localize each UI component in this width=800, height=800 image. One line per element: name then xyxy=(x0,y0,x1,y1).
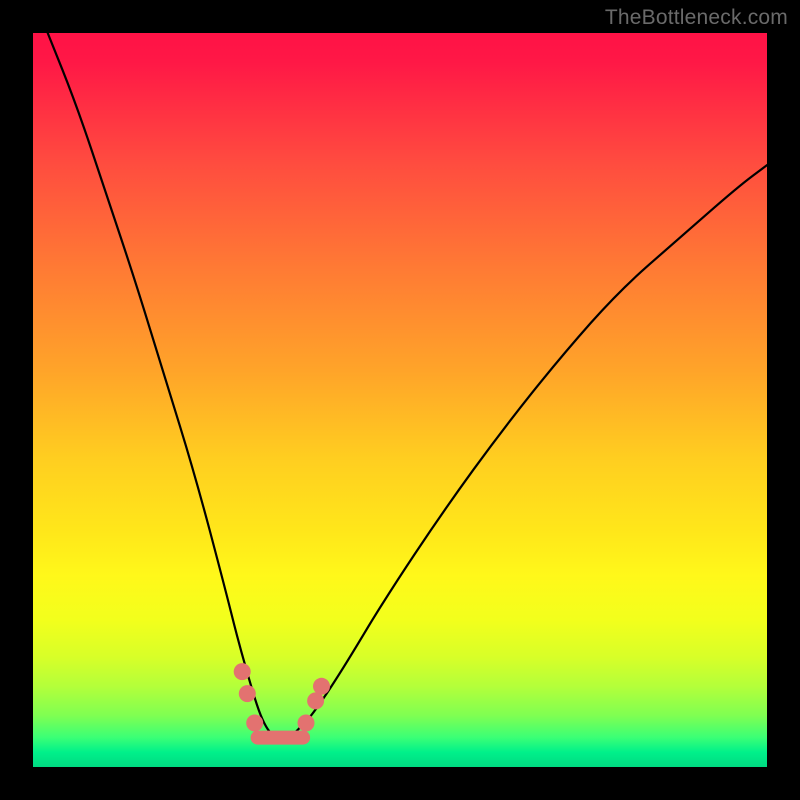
bottleneck-curve-svg xyxy=(33,33,767,767)
curve-dots xyxy=(234,663,330,731)
curve-dot xyxy=(234,663,251,680)
curve-dot xyxy=(298,715,315,732)
curve-dot xyxy=(246,715,263,732)
curve-dot xyxy=(313,678,330,695)
curve-dot xyxy=(307,692,324,709)
plot-area xyxy=(33,33,767,767)
bottleneck-curve xyxy=(48,33,767,738)
curve-dot xyxy=(239,685,256,702)
chart-frame: TheBottleneck.com xyxy=(0,0,800,800)
watermark-text: TheBottleneck.com xyxy=(605,6,788,30)
